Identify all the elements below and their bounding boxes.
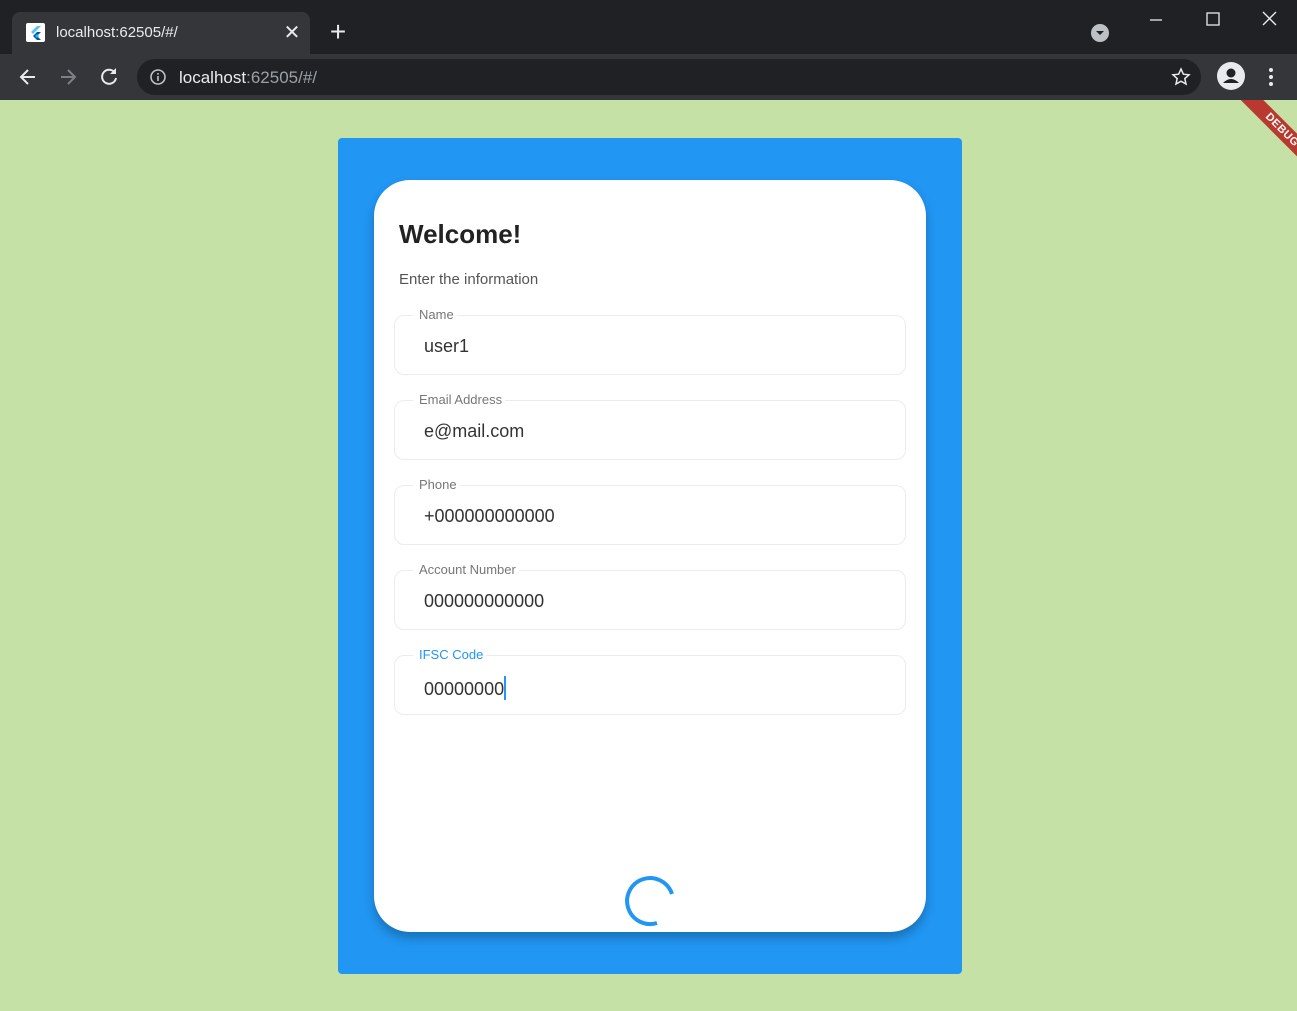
email-value[interactable]: e@mail.com (424, 421, 524, 442)
address-path: :62505/#/ (246, 68, 318, 87)
close-tab-icon[interactable]: ✕ (282, 23, 302, 43)
flutter-logo-icon (26, 23, 45, 42)
ifsc-code-value: 00000000 (424, 679, 505, 699)
minimize-window-icon[interactable] (1144, 8, 1168, 32)
person-icon[interactable] (1217, 62, 1245, 90)
account-number-field[interactable]: Account Number 000000000000 (394, 562, 906, 630)
name-label: Name (413, 307, 457, 322)
address-bar[interactable]: localhost:62505/#/ (137, 59, 1201, 95)
star-icon[interactable] (1171, 67, 1191, 87)
close-window-icon[interactable] (1258, 8, 1282, 32)
ifsc-code-field[interactable]: IFSC Code 00000000 (394, 647, 906, 715)
phone-field[interactable]: Phone +000000000000 (394, 477, 906, 545)
browser-toolbar: localhost:62505/#/ (0, 54, 1297, 100)
back-arrow-icon[interactable] (15, 64, 41, 90)
account-number-label: Account Number (413, 562, 519, 577)
text-caret (504, 676, 507, 700)
page-subtitle: Enter the information (399, 271, 539, 288)
email-field[interactable]: Email Address e@mail.com (394, 392, 906, 460)
circular-progress-icon (624, 874, 678, 928)
debug-label: DEBUG (1233, 100, 1297, 179)
maximize-window-icon[interactable] (1201, 8, 1225, 32)
blue-panel: Welcome! Enter the information Name user… (338, 138, 962, 974)
tab-title: localhost:62505/#/ (56, 24, 178, 41)
forward-arrow-icon[interactable] (55, 64, 81, 90)
ifsc-code-input[interactable]: 00000000 (424, 676, 507, 700)
kebab-menu-icon[interactable] (1262, 64, 1280, 90)
page-viewport: DEBUG Welcome! Enter the information Nam… (0, 100, 1297, 1011)
name-field[interactable]: Name user1 (394, 307, 906, 375)
address-url: localhost:62505/#/ (179, 68, 317, 88)
new-tab-button[interactable]: + (326, 18, 350, 46)
tab-search-icon[interactable] (1089, 22, 1111, 44)
page-title: Welcome! (399, 219, 522, 249)
info-icon[interactable] (149, 68, 167, 86)
account-number-value[interactable]: 000000000000 (424, 591, 544, 612)
name-value[interactable]: user1 (424, 336, 469, 357)
phone-value[interactable]: +000000000000 (424, 506, 555, 527)
browser-tab-strip: localhost:62505/#/ ✕ + (0, 0, 1297, 54)
debug-banner: DEBUG (1212, 100, 1297, 190)
form-card: Welcome! Enter the information Name user… (374, 180, 926, 932)
reload-icon[interactable] (96, 64, 122, 90)
phone-label: Phone (413, 477, 460, 492)
ifsc-code-label: IFSC Code (413, 647, 487, 662)
browser-tab[interactable]: localhost:62505/#/ ✕ (12, 12, 310, 54)
email-label: Email Address (413, 392, 506, 407)
address-host: localhost (179, 68, 247, 87)
